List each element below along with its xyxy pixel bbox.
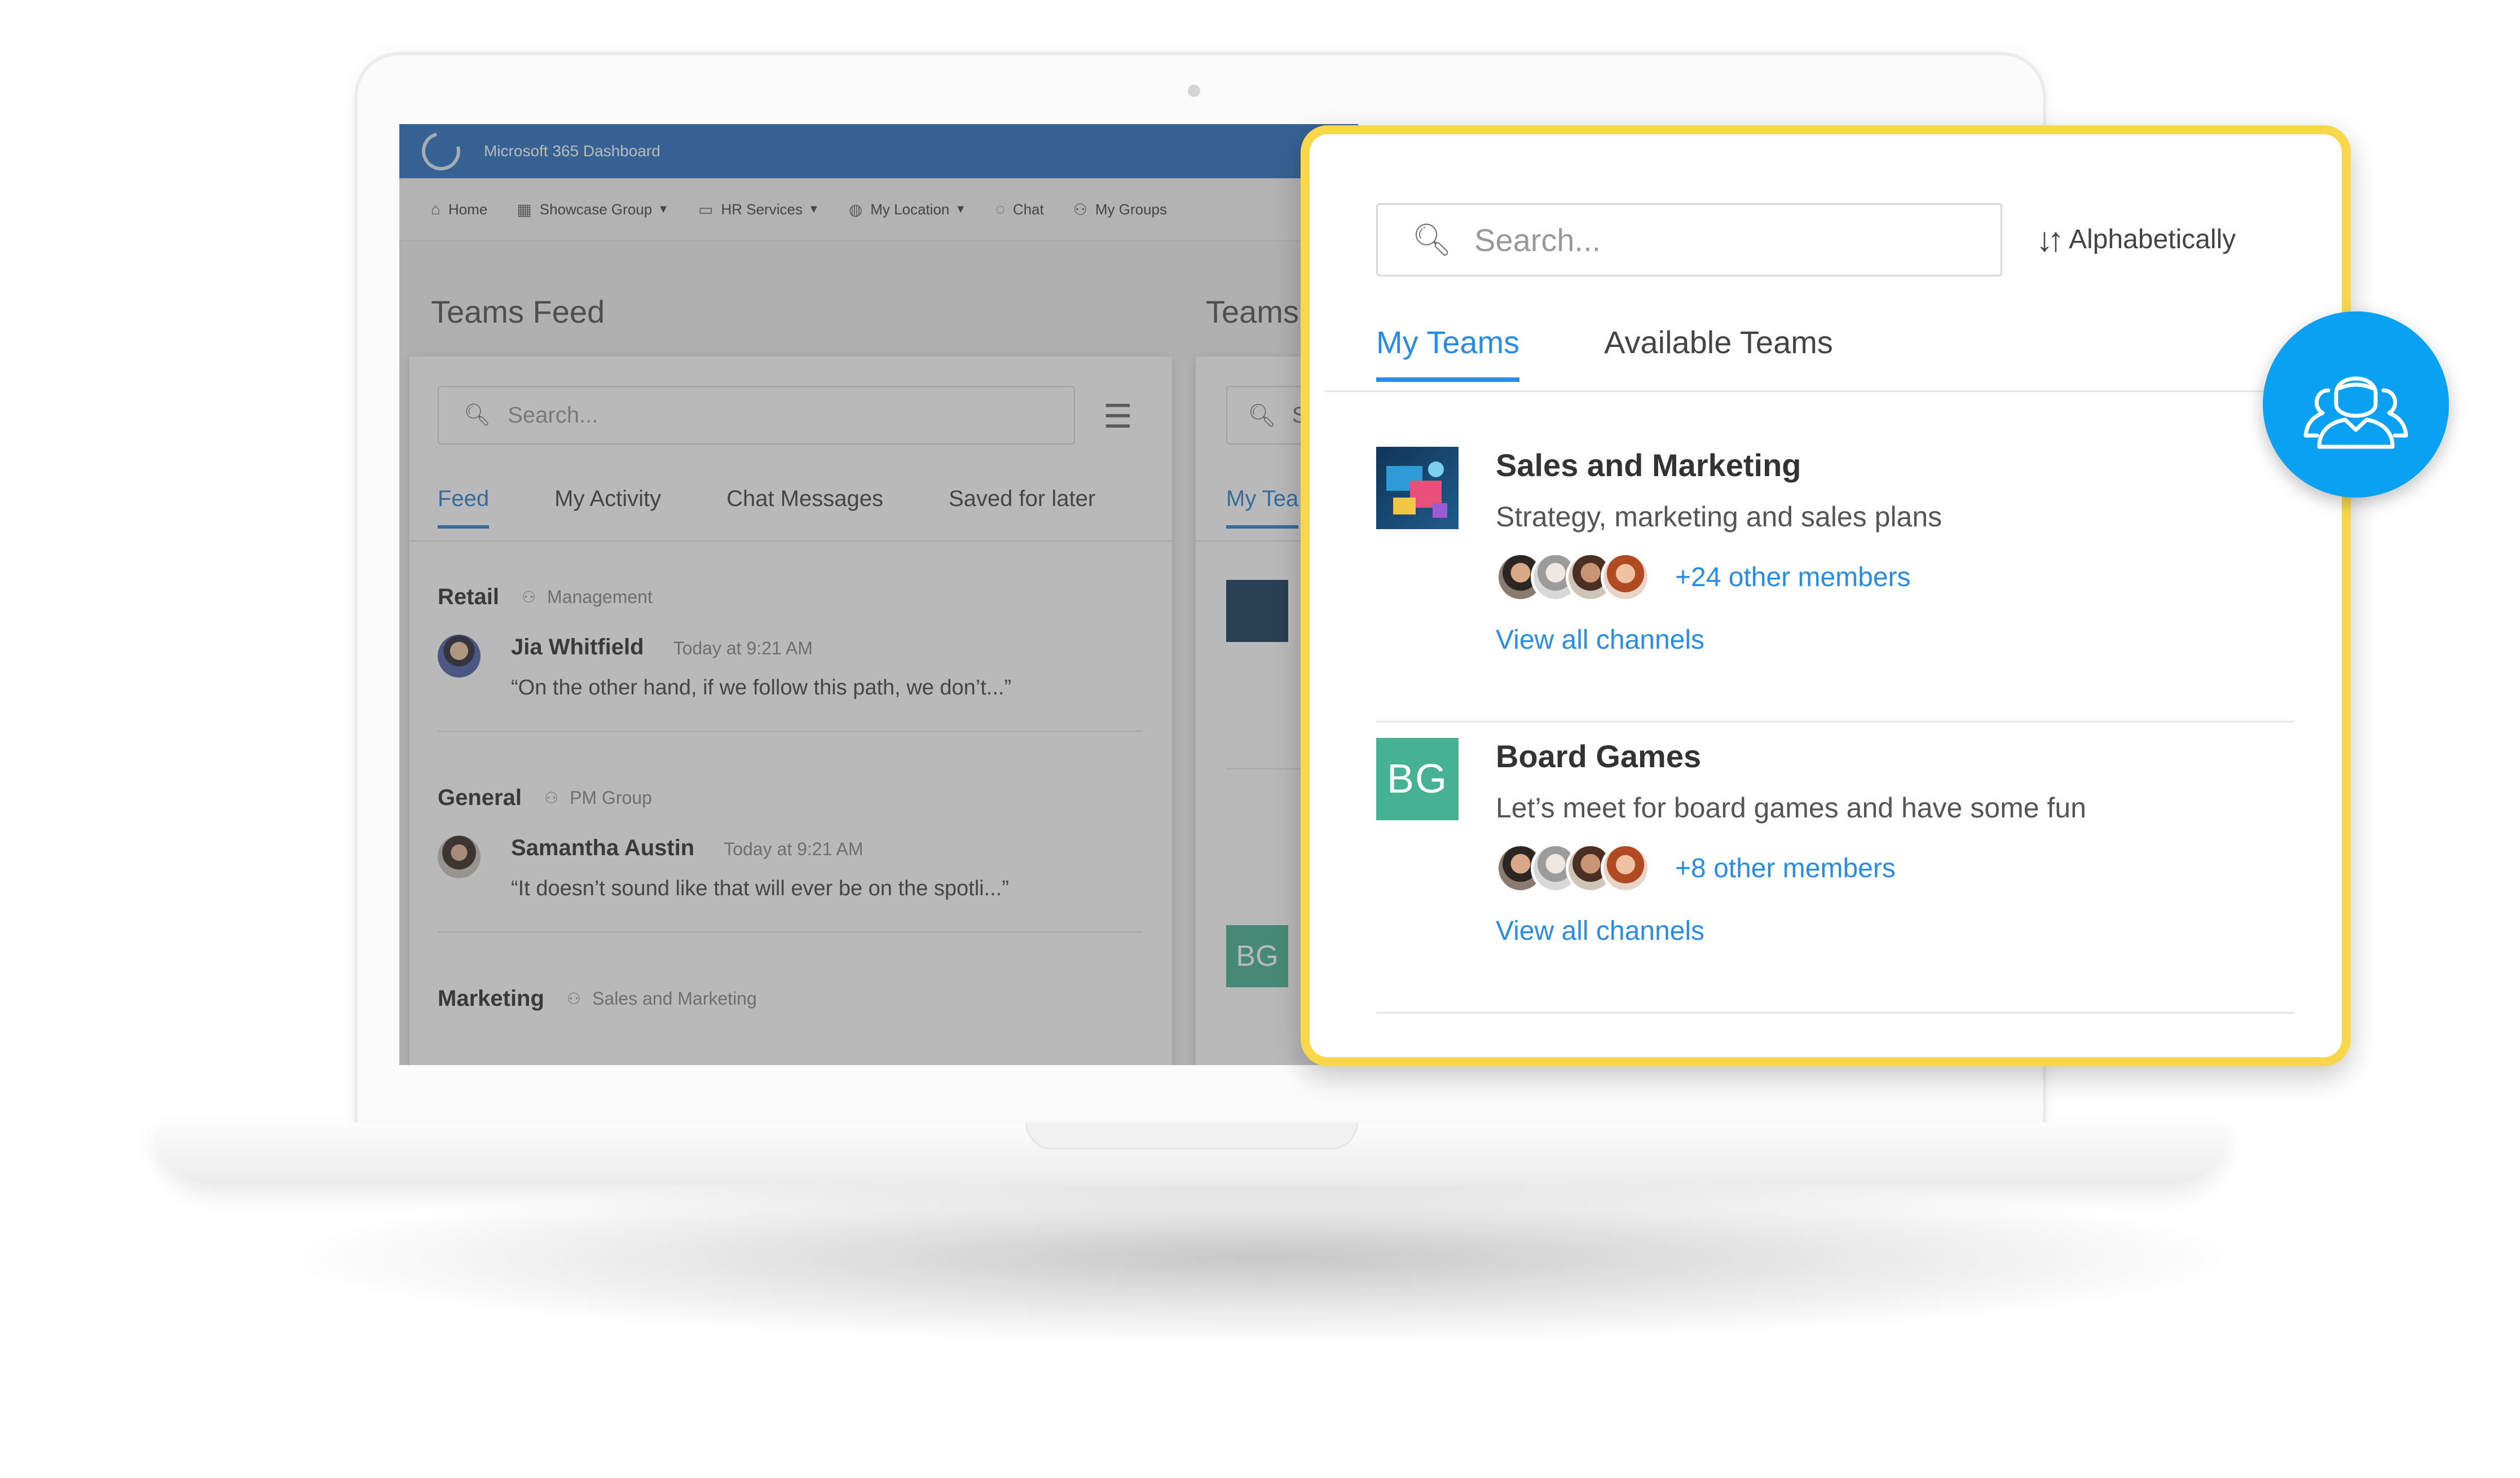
search-placeholder: Search... <box>1474 222 1601 258</box>
team-card[interactable]: BG Board Games Let’s meet for board game… <box>1376 738 2312 992</box>
tab-my-teams[interactable]: My Teams <box>1376 324 1520 382</box>
team-description: Strategy, marketing and sales plans <box>1496 501 1942 533</box>
view-channels-link[interactable]: View all channels <box>1496 624 1942 656</box>
laptop-shadow <box>293 1173 2233 1343</box>
screen-dim-overlay <box>399 124 1358 1065</box>
team-description: Let’s meet for board games and have some… <box>1496 792 2086 824</box>
dashboard-screen: Microsoft 365 Dashboard ✎ ⌂ Home ▦ Showc… <box>399 124 1358 1065</box>
member-count-link[interactable]: +8 other members <box>1675 853 1896 884</box>
team-members: +24 other members <box>1496 552 1942 602</box>
team-initials[interactable]: BG <box>1376 738 1459 820</box>
avatar <box>1601 843 1650 893</box>
tab-available-teams[interactable]: Available Teams <box>1604 324 1833 382</box>
teams-tabs: My Teams Available Teams <box>1376 324 1833 382</box>
sort-arrows-icon: ↓↑ <box>2036 221 2064 258</box>
team-divider <box>1376 1012 2294 1014</box>
laptop-notch <box>1025 1123 1358 1150</box>
team-thumbnail[interactable] <box>1376 447 1459 529</box>
team-members: +8 other members <box>1496 843 2086 893</box>
teams-search-input[interactable]: 🔍︎ Search... <box>1376 203 2002 276</box>
laptop-camera <box>1188 85 1200 97</box>
team-divider <box>1376 721 2294 723</box>
search-icon: 🔍︎ <box>1412 222 1452 257</box>
teams-zoom-panel: 🔍︎ Search... ↓↑ Alphabetically My Teams … <box>1301 125 2351 1066</box>
team-name[interactable]: Board Games <box>1496 738 2086 775</box>
sort-button[interactable]: ↓↑ Alphabetically <box>2036 220 2236 259</box>
view-channels-link[interactable]: View all channels <box>1496 916 2086 947</box>
team-card[interactable]: Sales and Marketing Strategy, marketing … <box>1376 447 2312 701</box>
sort-label: Alphabetically <box>2069 225 2236 254</box>
member-count-link[interactable]: +24 other members <box>1675 562 1911 593</box>
tabs-divider <box>1324 390 2327 392</box>
avatar <box>1601 552 1650 602</box>
team-accent <box>1376 1061 1459 1066</box>
team-name[interactable]: Sales and Marketing <box>1496 447 1942 483</box>
teams-people-icon <box>2303 376 2408 449</box>
teams-badge <box>2263 311 2449 498</box>
